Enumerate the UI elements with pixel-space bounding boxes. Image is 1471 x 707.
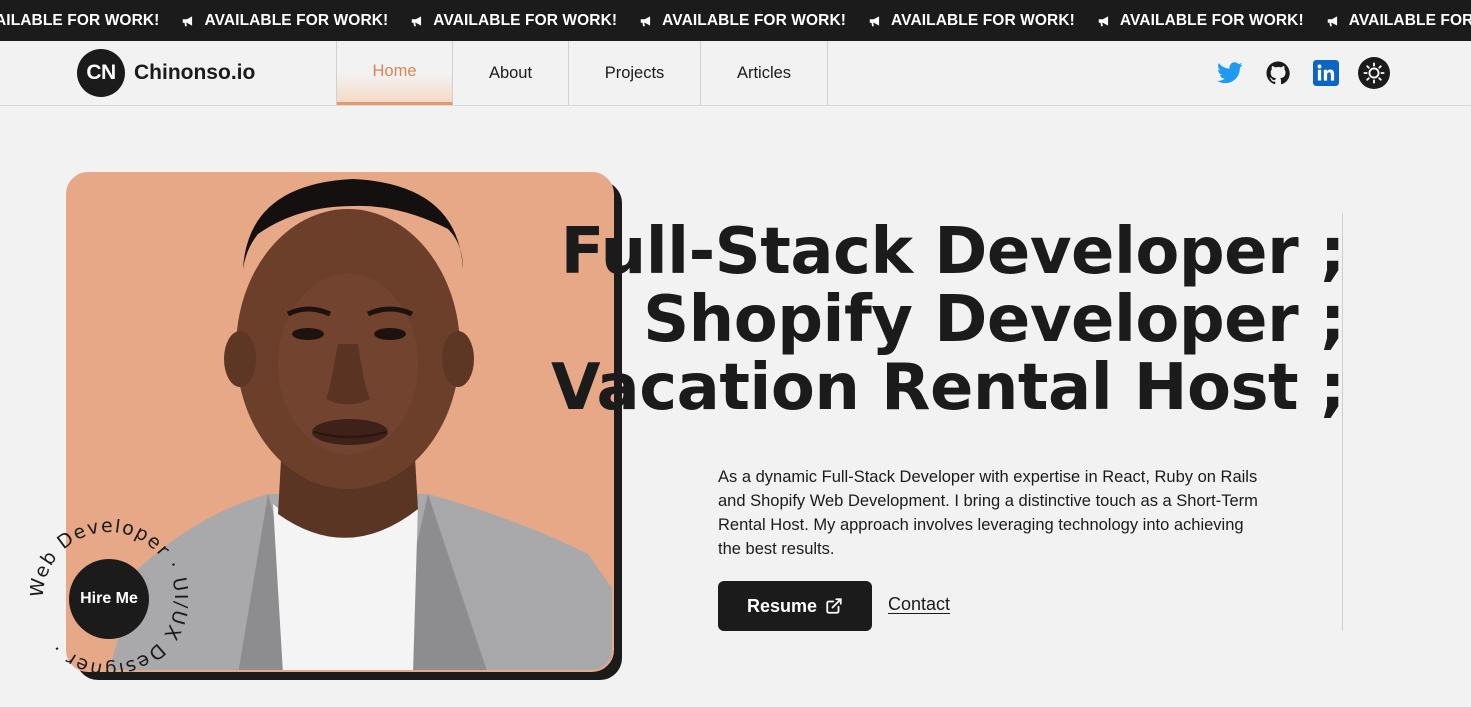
theme-toggle[interactable] bbox=[1358, 57, 1390, 89]
marquee-text: AVAILABLE FOR WORK! bbox=[204, 11, 389, 29]
marquee-item: AVAILABLE FOR WORK! bbox=[1097, 12, 1304, 30]
hero-headline: Full-Stack Developer ; Shopify Developer… bbox=[540, 215, 1346, 425]
marquee-item: AVAILABLE FOR WORK! bbox=[181, 12, 388, 30]
megaphone-icon bbox=[183, 15, 193, 26]
nav-home[interactable]: Home bbox=[337, 41, 453, 105]
contact-link[interactable]: Contact bbox=[888, 594, 950, 615]
marquee-item: AILABLE FOR WORK! bbox=[0, 12, 159, 30]
megaphone-icon bbox=[869, 15, 880, 26]
intro-text: As a dynamic Full-Stack Developer with e… bbox=[718, 468, 1258, 558]
headline-line-2: Shopify Developer ; bbox=[643, 283, 1345, 357]
marquee-item: AVAILABLE FOR WORK! bbox=[868, 12, 1075, 30]
megaphone-icon bbox=[1098, 15, 1108, 26]
megaphone-icon bbox=[640, 15, 651, 26]
resume-button[interactable]: Resume bbox=[718, 581, 872, 631]
marquee-item: AVAILABLE FOR WORK! bbox=[410, 12, 617, 30]
hire-me-button[interactable]: Hire Me bbox=[69, 559, 149, 639]
nav-articles[interactable]: Articles bbox=[701, 41, 828, 105]
marquee-text: AVAILABLE FOR WORK! bbox=[891, 11, 1075, 29]
resume-label: Resume bbox=[746, 595, 818, 616]
sun-icon bbox=[1363, 62, 1385, 84]
headline-line-3: Vacation Rental Host ; bbox=[550, 351, 1346, 425]
linkedin-icon[interactable] bbox=[1310, 57, 1342, 89]
twitter-icon[interactable] bbox=[1214, 57, 1246, 89]
marquee-item: AVAILABLE FOR WORK! bbox=[639, 12, 846, 30]
marquee-text: AVAILABLE FOR WORK! bbox=[1348, 11, 1471, 29]
github-icon[interactable] bbox=[1262, 57, 1294, 89]
marquee-text: AILABLE FOR WORK! bbox=[0, 11, 160, 29]
divider-line bbox=[1342, 213, 1343, 631]
availability-marquee: AILABLE FOR WORK! AVAILABLE FOR WORK! AVAI… bbox=[0, 0, 1471, 41]
marquee-track: AILABLE FOR WORK! AVAILABLE FOR WORK! AVAI… bbox=[0, 0, 1471, 41]
main-nav: Home About Projects Articles bbox=[336, 41, 828, 105]
megaphone-icon bbox=[412, 15, 422, 26]
marquee-text: AVAILABLE FOR WORK! bbox=[1119, 11, 1304, 29]
marquee-text: AVAILABLE FOR WORK! bbox=[433, 11, 618, 29]
marquee-text: AVAILABLE FOR WORK! bbox=[662, 11, 847, 29]
megaphone-icon bbox=[1327, 15, 1337, 26]
site-header: CN Chinonso.io Home About Projects Artic… bbox=[0, 41, 1471, 106]
logo-text: Chinonso.io bbox=[134, 61, 256, 84]
external-link-icon bbox=[826, 598, 842, 614]
marquee-item: AVAILABLE FOR WORK! bbox=[1326, 12, 1471, 30]
social-links bbox=[1214, 57, 1390, 89]
logo-badge: CN bbox=[77, 49, 125, 97]
nav-about[interactable]: About bbox=[453, 41, 569, 105]
nav-projects[interactable]: Projects bbox=[569, 41, 701, 105]
headline-line-1: Full-Stack Developer ; bbox=[560, 215, 1346, 289]
logo[interactable]: CN Chinonso.io bbox=[77, 49, 255, 97]
